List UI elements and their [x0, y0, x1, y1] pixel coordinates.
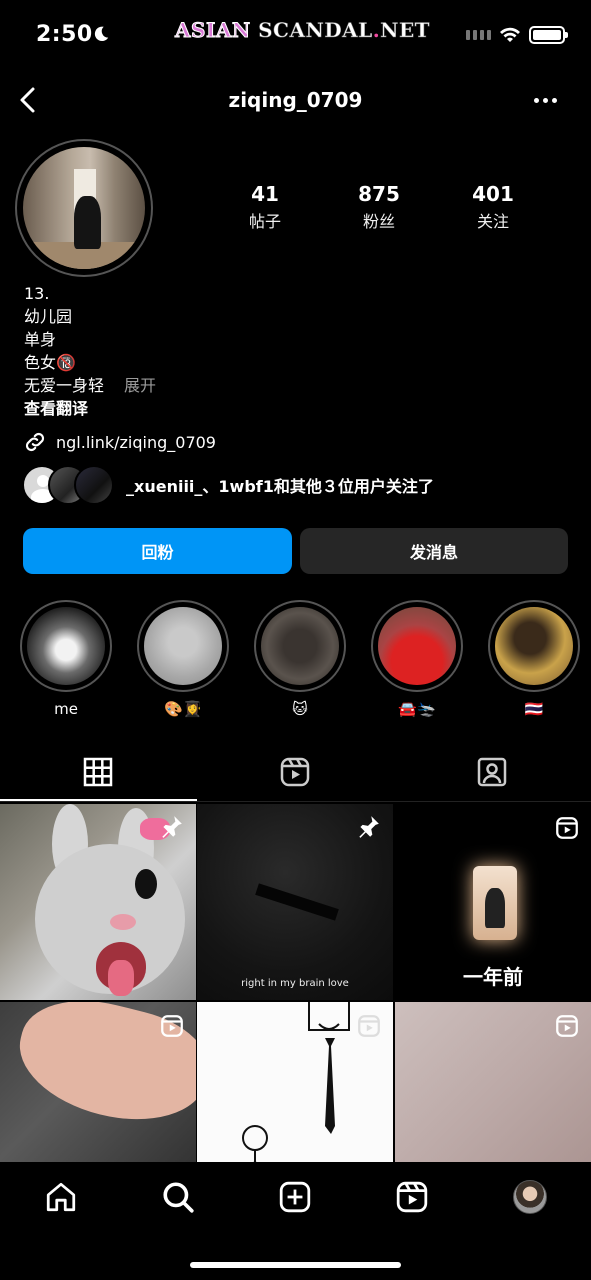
top-nav: ziqing_0709: [0, 78, 591, 122]
highlight-label: me: [54, 700, 78, 718]
profile-bio: 13. 幼儿园 单身 色女🔞 无爱一身轻 展开 查看翻译: [24, 282, 156, 420]
reels-icon[interactable]: [395, 1180, 429, 1214]
post-thumbnail[interactable]: [0, 804, 196, 1000]
signal-icon: [466, 30, 491, 40]
home-icon[interactable]: [44, 1180, 78, 1214]
highlight-item[interactable]: 🐱: [254, 600, 346, 718]
highlight-cover: [378, 607, 456, 685]
wifi-icon: [500, 27, 520, 42]
highlight-label: 🇹🇭: [524, 700, 544, 718]
followed-by-row[interactable]: _xueniii_、1wbf1和其他３位用户关注了: [22, 465, 434, 505]
status-bar: 2:50 ASIAN SCANDAL.NET: [0, 0, 591, 70]
tagged-icon[interactable]: [476, 756, 508, 788]
status-time: 2:50: [36, 22, 93, 47]
grid-icon[interactable]: [82, 756, 114, 788]
highlight-label: 🐱: [292, 700, 308, 718]
moon-icon: [94, 26, 109, 42]
search-icon[interactable]: [161, 1180, 195, 1214]
highlight-item[interactable]: 🇹🇭: [488, 600, 580, 718]
profile-tab-avatar[interactable]: [513, 1180, 547, 1214]
message-button[interactable]: 发消息: [300, 528, 568, 574]
highlight-cover: [144, 607, 222, 685]
home-indicator: [190, 1262, 401, 1268]
profile-tabs: [0, 748, 591, 802]
post-thumbnail[interactable]: right in my brain love: [197, 804, 393, 1000]
highlight-item[interactable]: 🎨👩‍🎓: [137, 600, 229, 718]
post-caption: right in my brain love: [241, 978, 349, 989]
profile-username: ziqing_0709: [228, 88, 363, 112]
highlight-cover: [261, 607, 339, 685]
watermark: ASIAN SCANDAL.NET: [175, 18, 431, 43]
bio-line: 13.: [24, 284, 50, 303]
highlight-item[interactable]: 🚘🛬: [371, 600, 463, 718]
battery-icon: [529, 26, 568, 44]
follow-back-button[interactable]: 回粉: [23, 528, 292, 574]
bio-line: 无爱一身轻 展开: [24, 376, 157, 395]
highlight-label: 🎨👩‍🎓: [164, 700, 202, 718]
reel-badge-icon: [358, 1015, 380, 1037]
profile-avatar[interactable]: [15, 139, 153, 277]
create-icon[interactable]: [278, 1180, 312, 1214]
pin-icon: [359, 816, 379, 838]
stat-followers[interactable]: 875 粉丝: [324, 182, 434, 232]
posts-grid: right in my brain love 一年前: [0, 804, 591, 1164]
highlight-item[interactable]: me: [20, 600, 112, 718]
post-thumbnail[interactable]: 一年前: [395, 804, 591, 1000]
reels-icon[interactable]: [279, 756, 311, 788]
profile-link[interactable]: ngl.link/ziqing_0709: [22, 429, 216, 455]
story-highlights: me 🎨👩‍🎓 🐱 🚘🛬 🇹🇭: [0, 600, 591, 730]
bio-line: 幼儿园: [24, 307, 73, 326]
bio-line: 色女🔞: [24, 353, 76, 372]
post-thumbnail[interactable]: [197, 1002, 393, 1164]
more-options-icon[interactable]: [534, 98, 557, 103]
highlight-cover: [495, 607, 573, 685]
reel-badge-icon: [556, 817, 578, 839]
followed-by-text: _xueniii_、1wbf1和其他３位用户关注了: [126, 477, 434, 496]
highlight-cover: [27, 607, 105, 685]
bio-more-link[interactable]: 展开: [124, 376, 156, 395]
stat-following[interactable]: 401 关注: [438, 182, 548, 232]
reel-badge-icon: [161, 1015, 183, 1037]
link-text: ngl.link/ziqing_0709: [56, 432, 216, 452]
post-thumbnail[interactable]: [395, 1002, 591, 1164]
see-translation-link[interactable]: 查看翻译: [24, 397, 156, 420]
pin-icon: [162, 816, 182, 838]
bio-line: 单身: [24, 330, 57, 349]
highlight-label: 🚘🛬: [398, 700, 436, 718]
reel-badge-icon: [556, 1015, 578, 1037]
link-icon: [25, 432, 45, 452]
active-tab-indicator: [0, 799, 197, 801]
post-caption: 一年前: [463, 965, 523, 989]
stat-posts[interactable]: 41 帖子: [210, 182, 320, 232]
follower-avatar: [74, 465, 114, 505]
post-thumbnail[interactable]: [0, 1002, 196, 1164]
